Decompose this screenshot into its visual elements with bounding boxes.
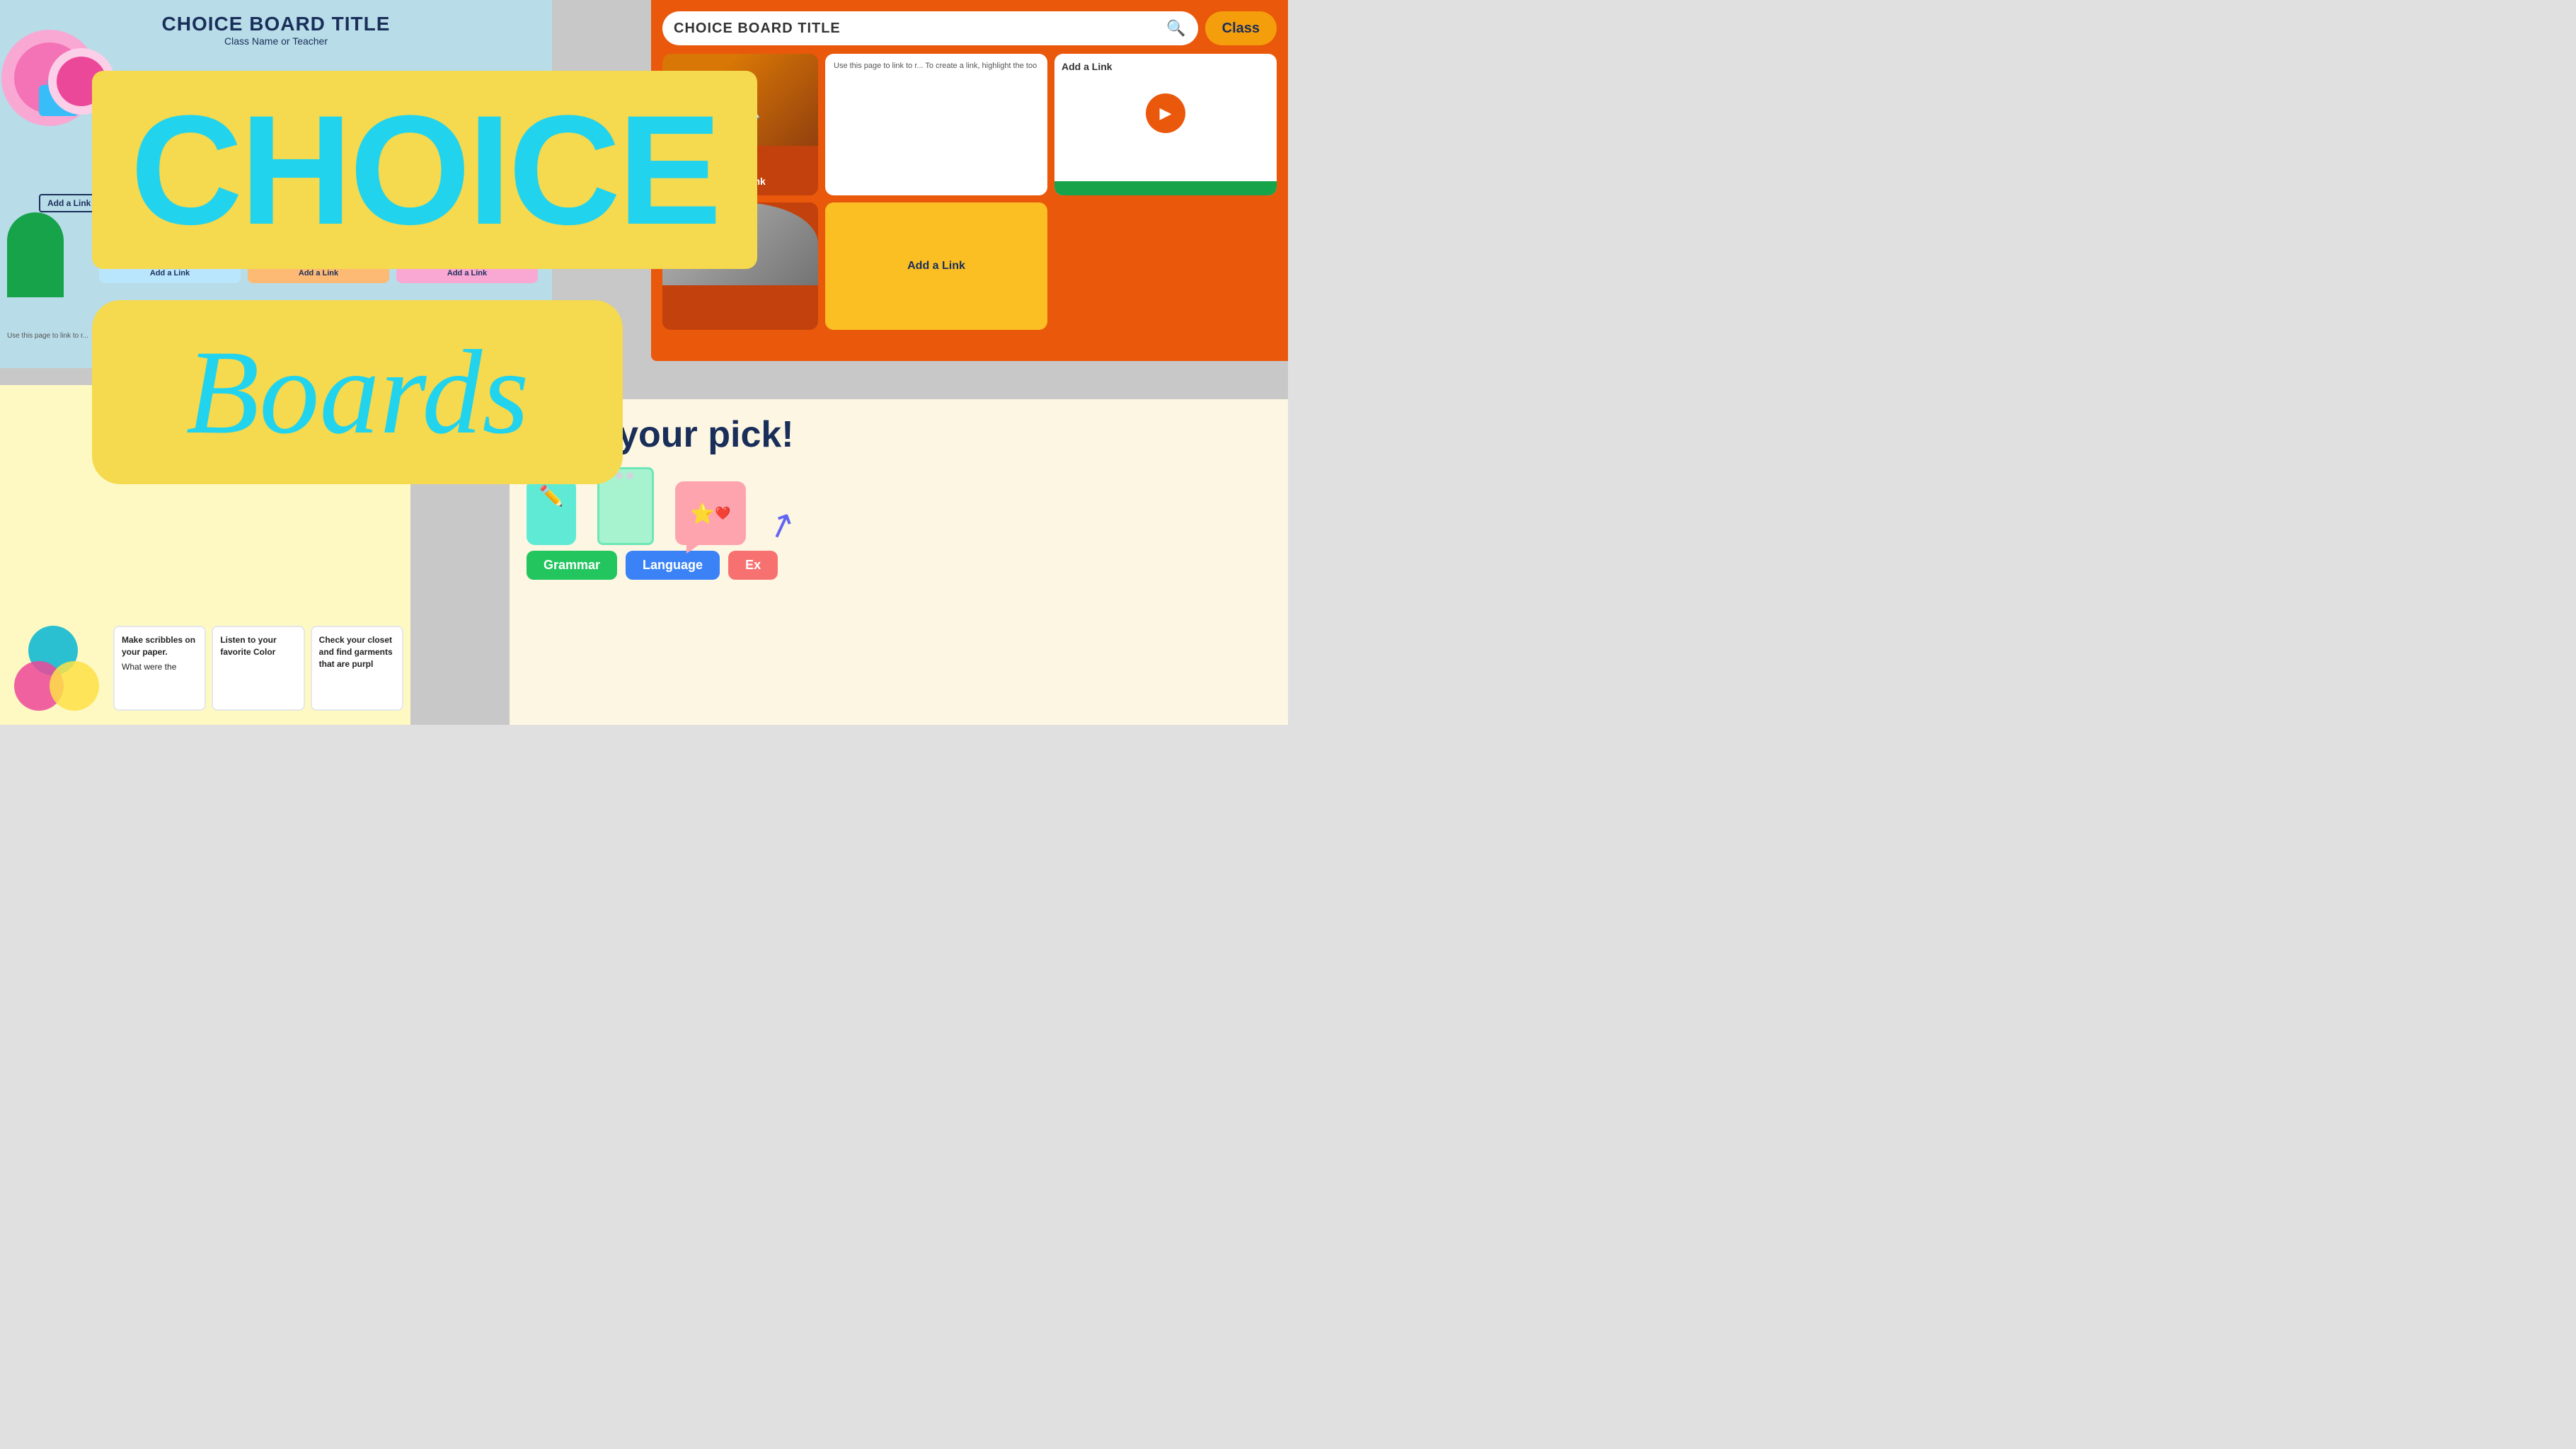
bl-card-3-title: Check your closet and find garments that… <box>319 634 395 670</box>
tr-card-yellow[interactable]: Add a Link <box>825 202 1047 330</box>
search-input-topright[interactable]: CHOICE BOARD TITLE 🔍 <box>662 11 1198 45</box>
boards-banner-text: Boards <box>186 332 529 452</box>
circle-yellow <box>50 661 99 711</box>
chat-card-icon: ⭐ ❤️ <box>675 481 746 545</box>
search-icon-topright: 🔍 <box>1166 19 1186 38</box>
class-button[interactable]: Class <box>1205 11 1277 45</box>
slide-bottomright: Take your pick! ✏️ ⭐ ❤️ ↗ Grammar Langua… <box>510 399 1288 725</box>
pencil-cup-icon: ✏️ <box>527 481 576 545</box>
topright-instructions: Use this page to link to r... To create … <box>825 54 1047 79</box>
add-link-tr5: Add a Link <box>907 260 965 273</box>
tr-card-white: Use this page to link to r... To create … <box>825 54 1047 195</box>
bl-card-1-body: What were the <box>122 661 197 673</box>
subject-btn-grammar[interactable]: Grammar <box>527 551 617 580</box>
use-page-text-topleft: Use this page to link to r... <box>7 332 88 340</box>
topleft-title: CHOICE BOARD TITLE <box>0 13 552 35</box>
add-link-tr3: Add a Link <box>1054 54 1277 79</box>
bl-card-2-title: Listen to your favorite Color <box>220 634 296 658</box>
heart-icon: ❤️ <box>715 506 730 521</box>
color-circles <box>14 626 99 711</box>
star-icon: ⭐ <box>690 502 715 525</box>
boards-banner: Boards <box>92 300 623 484</box>
subject-btn-ex[interactable]: Ex <box>728 551 778 580</box>
topleft-subtitle: Class Name or Teacher <box>0 35 552 47</box>
bottom-left-cards: Make scribbles on your paper. What were … <box>113 626 403 711</box>
subject-btn-language[interactable]: Language <box>626 551 720 580</box>
add-link-button-topleft[interactable]: Add a Link <box>39 194 99 212</box>
bottomright-icons-row: ✏️ ⭐ ❤️ ↗ <box>527 467 1271 545</box>
subject-buttons: Grammar Language Ex <box>527 551 1271 580</box>
play-button[interactable]: ▶ <box>1146 93 1185 133</box>
bottomright-title: Take your pick! <box>527 413 1271 456</box>
topright-search-bar: CHOICE BOARD TITLE 🔍 Class <box>662 11 1277 45</box>
bl-card-3: Check your closet and find garments that… <box>311 626 403 711</box>
bl-card-2: Listen to your favorite Color <box>212 626 304 711</box>
spiral-dot-3 <box>626 472 633 479</box>
bl-card-1-title: Make scribbles on your paper. <box>122 634 197 658</box>
bl-card-1: Make scribbles on your paper. What were … <box>113 626 206 711</box>
flower-green-decoration <box>7 212 64 297</box>
arrow-icon: ↗ <box>761 502 802 549</box>
topleft-header: CHOICE BOARD TITLE Class Name or Teacher <box>0 0 552 51</box>
choice-banner: CHOICE <box>92 71 757 269</box>
tr-card-play[interactable]: Add a Link ▶ <box>1054 54 1277 195</box>
green-strip <box>1054 181 1277 195</box>
choice-banner-text: CHOICE <box>130 92 719 248</box>
